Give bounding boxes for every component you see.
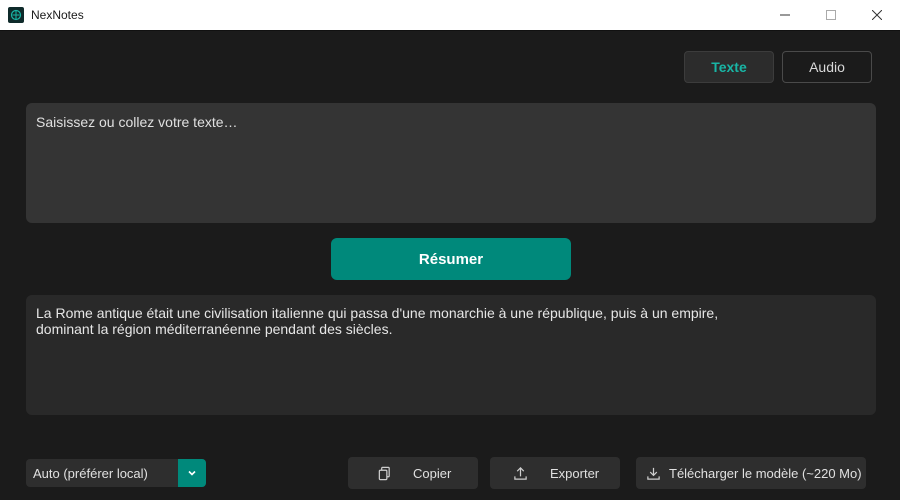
export-label: Exporter [550, 465, 600, 481]
model-select-value: Auto (préférer local) [33, 465, 148, 481]
copy-label: Copier [413, 465, 452, 481]
summarize-button[interactable]: Résumer [331, 238, 571, 280]
copy-icon [376, 465, 392, 481]
text-input[interactable] [26, 103, 876, 223]
main-panel: Texte Audio Résumer La Rome antique étai… [0, 30, 900, 500]
copy-button[interactable]: Copier [348, 457, 478, 489]
app-logo-icon [8, 7, 24, 23]
title-bar: NexNotes [0, 0, 900, 30]
model-select[interactable]: Auto (préférer local) [26, 459, 206, 487]
upload-icon [512, 465, 528, 481]
download-icon [645, 465, 661, 481]
maximize-button[interactable] [808, 0, 854, 30]
download-model-button[interactable]: Télécharger le modèle (~220 Mo) [636, 457, 866, 489]
download-model-label: Télécharger le modèle (~220 Mo) [669, 465, 862, 481]
dropdown-button[interactable] [178, 459, 206, 487]
window-title: NexNotes [31, 8, 84, 22]
close-button[interactable] [854, 0, 900, 30]
export-button[interactable]: Exporter [490, 457, 620, 489]
minimize-button[interactable] [762, 0, 808, 30]
summary-output: La Rome antique était une civilisation i… [26, 295, 876, 415]
minimize-icon [780, 14, 790, 16]
summary-line: dominant la région méditerranéenne penda… [36, 321, 393, 337]
summary-line: La Rome antique était une civilisation i… [36, 305, 719, 321]
close-icon [872, 10, 882, 20]
maximize-icon [826, 10, 836, 20]
tab-audio[interactable]: Audio [782, 51, 872, 83]
chevron-down-icon [188, 470, 196, 476]
tab-texte[interactable]: Texte [684, 51, 774, 83]
